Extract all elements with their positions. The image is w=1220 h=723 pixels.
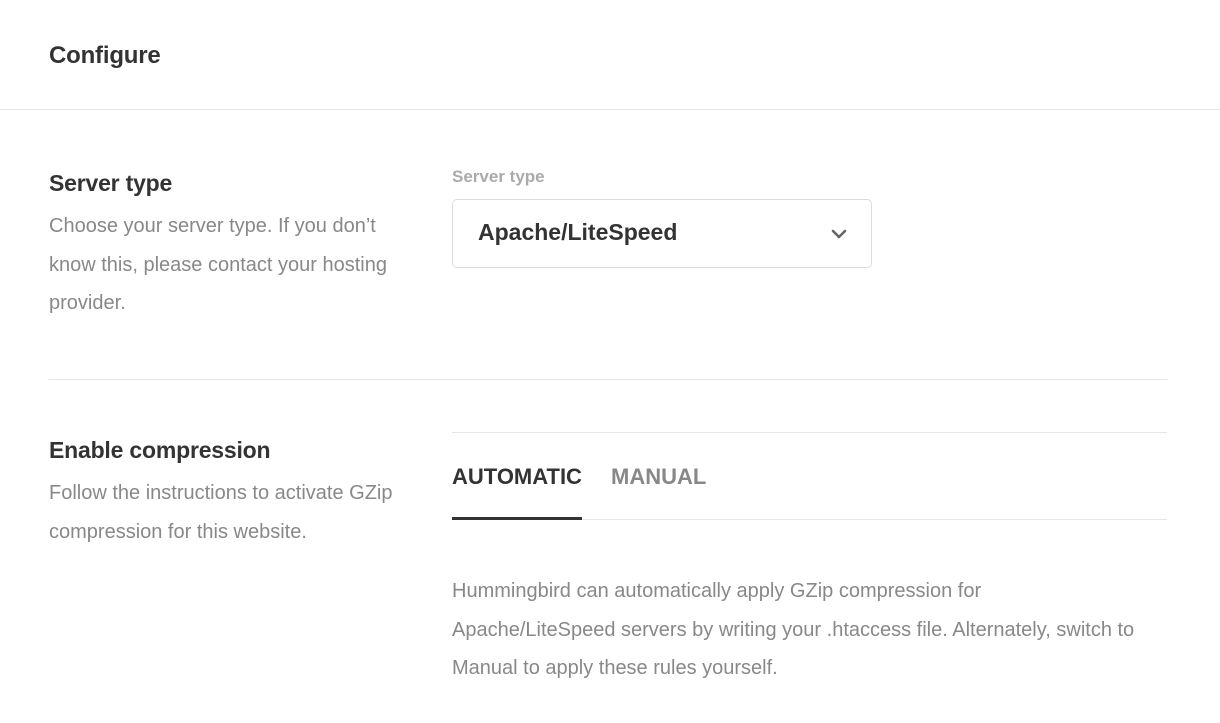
compression-description: Follow the instructions to activate GZip…	[49, 482, 393, 543]
server-type-description: Choose your server type. If you don’t kn…	[49, 215, 387, 314]
server-type-section: Server type Choose your server type. If …	[49, 110, 1167, 380]
server-type-label-column: Server type Choose your server type. If …	[49, 170, 419, 323]
server-type-selected-value: Apache/LiteSpeed	[478, 219, 678, 245]
chevron-down-icon	[831, 229, 847, 239]
tab-manual[interactable]: MANUAL	[611, 464, 706, 520]
configure-page: Configure Server type Choose your server…	[0, 0, 1220, 723]
tab-automatic[interactable]: AUTOMATIC	[452, 464, 582, 520]
configure-header: Configure	[0, 0, 1220, 110]
page-title: Configure	[49, 42, 161, 69]
server-type-field: Server type Apache/LiteSpeed	[452, 167, 872, 268]
automatic-tab-content: Hummingbird can automatically apply GZip…	[452, 580, 1135, 679]
compression-tabs: AUTOMATIC MANUAL	[452, 432, 1167, 520]
server-type-title: Server type	[49, 170, 173, 196]
server-type-select[interactable]: Apache/LiteSpeed	[452, 199, 872, 268]
enable-compression-section: Enable compression Follow the instructio…	[49, 380, 1167, 723]
compression-label-column: Enable compression Follow the instructio…	[49, 437, 419, 551]
server-type-field-label: Server type	[452, 167, 545, 186]
compression-title: Enable compression	[49, 437, 271, 463]
